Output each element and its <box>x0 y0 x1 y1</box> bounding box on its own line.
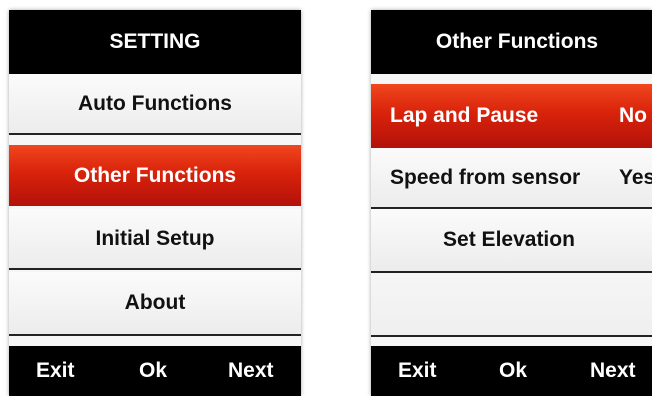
menu-item-label: Lap and Pause <box>390 104 539 127</box>
menu-item-label: Speed from sensor <box>390 165 581 189</box>
setting-title: SETTING <box>9 10 301 74</box>
menu-item-label: Initial Setup <box>95 226 215 250</box>
device-screens: SETTING Auto Functions Other Functions I… <box>0 0 652 396</box>
setting-screen: SETTING Auto Functions Other Functions I… <box>9 10 301 396</box>
menu-item-initial-setup[interactable]: Initial Setup <box>9 209 301 270</box>
ok-softkey[interactable]: Ok <box>499 346 527 396</box>
menu-item-label: About <box>124 291 186 314</box>
menu-item-value: Yes <box>619 165 652 189</box>
menu-item-value: No <box>619 104 647 127</box>
exit-softkey[interactable]: Exit <box>398 346 437 396</box>
menu-item-empty <box>371 273 652 337</box>
exit-softkey[interactable]: Exit <box>36 346 75 396</box>
menu-item-about[interactable]: About <box>9 272 301 336</box>
menu-item-lap-and-pause[interactable]: Lap and Pause No <box>371 84 652 148</box>
menu-item-label: Auto Functions <box>78 91 232 115</box>
next-softkey[interactable]: Next <box>590 346 636 396</box>
menu-item-set-elevation[interactable]: Set Elevation <box>371 209 652 273</box>
ok-softkey[interactable]: Ok <box>139 346 167 396</box>
menu-item-auto-functions[interactable]: Auto Functions <box>9 74 301 135</box>
other-functions-title: Other Functions <box>371 10 652 74</box>
softkey-bar: Exit Ok Next <box>371 346 652 396</box>
menu-item-speed-from-sensor[interactable]: Speed from sensor Yes <box>371 148 652 209</box>
other-functions-screen: Other Functions Lap and Pause No Speed f… <box>371 10 652 396</box>
next-softkey[interactable]: Next <box>228 346 274 396</box>
softkey-bar: Exit Ok Next <box>9 346 301 396</box>
menu-item-other-functions[interactable]: Other Functions <box>9 145 301 206</box>
menu-item-label: Set Elevation <box>443 228 575 251</box>
menu-item-label: Other Functions <box>73 163 237 187</box>
